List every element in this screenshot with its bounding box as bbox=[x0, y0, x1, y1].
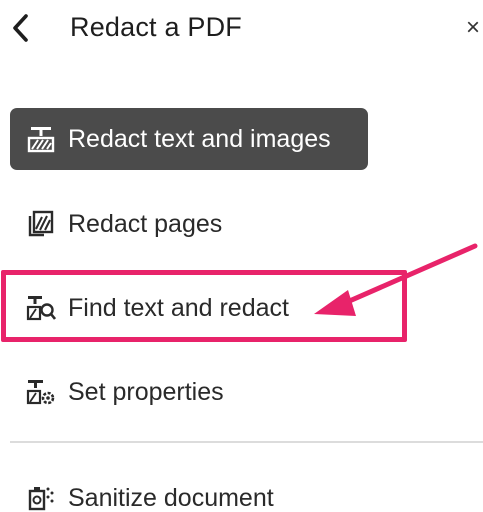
redact-pages-icon bbox=[26, 209, 56, 239]
menu-item-find-text-redact[interactable]: Find text and redact bbox=[26, 277, 289, 339]
panel-header: Redact a PDF × bbox=[0, 0, 483, 60]
close-icon: × bbox=[466, 14, 481, 41]
menu-item-redact-text-images[interactable]: Redact text and images bbox=[10, 108, 368, 170]
sanitize-document-icon bbox=[26, 483, 56, 512]
menu-item-label: Redact pages bbox=[68, 209, 223, 238]
menu-item-set-properties[interactable]: Set properties bbox=[26, 361, 224, 423]
set-properties-icon bbox=[26, 377, 56, 407]
annotation-arrow-icon bbox=[314, 243, 478, 316]
close-button[interactable]: × bbox=[466, 10, 483, 46]
panel-title: Redact a PDF bbox=[70, 12, 242, 42]
menu-item-label: Sanitize document bbox=[68, 483, 274, 512]
menu-item-label: Redact text and images bbox=[68, 124, 331, 153]
chevron-left-icon bbox=[13, 14, 28, 42]
menu-item-label: Set properties bbox=[68, 377, 224, 406]
menu-item-label: Find text and redact bbox=[68, 293, 289, 322]
menu-item-redact-pages[interactable]: Redact pages bbox=[26, 193, 222, 255]
back-button[interactable] bbox=[4, 10, 38, 46]
redact-text-images-icon bbox=[26, 124, 56, 154]
redact-panel: Redact a PDF × Redact text and images Re… bbox=[0, 0, 483, 512]
menu-divider bbox=[10, 441, 483, 443]
find-text-redact-icon bbox=[26, 293, 56, 323]
menu-item-sanitize-document[interactable]: Sanitize document bbox=[26, 467, 274, 512]
